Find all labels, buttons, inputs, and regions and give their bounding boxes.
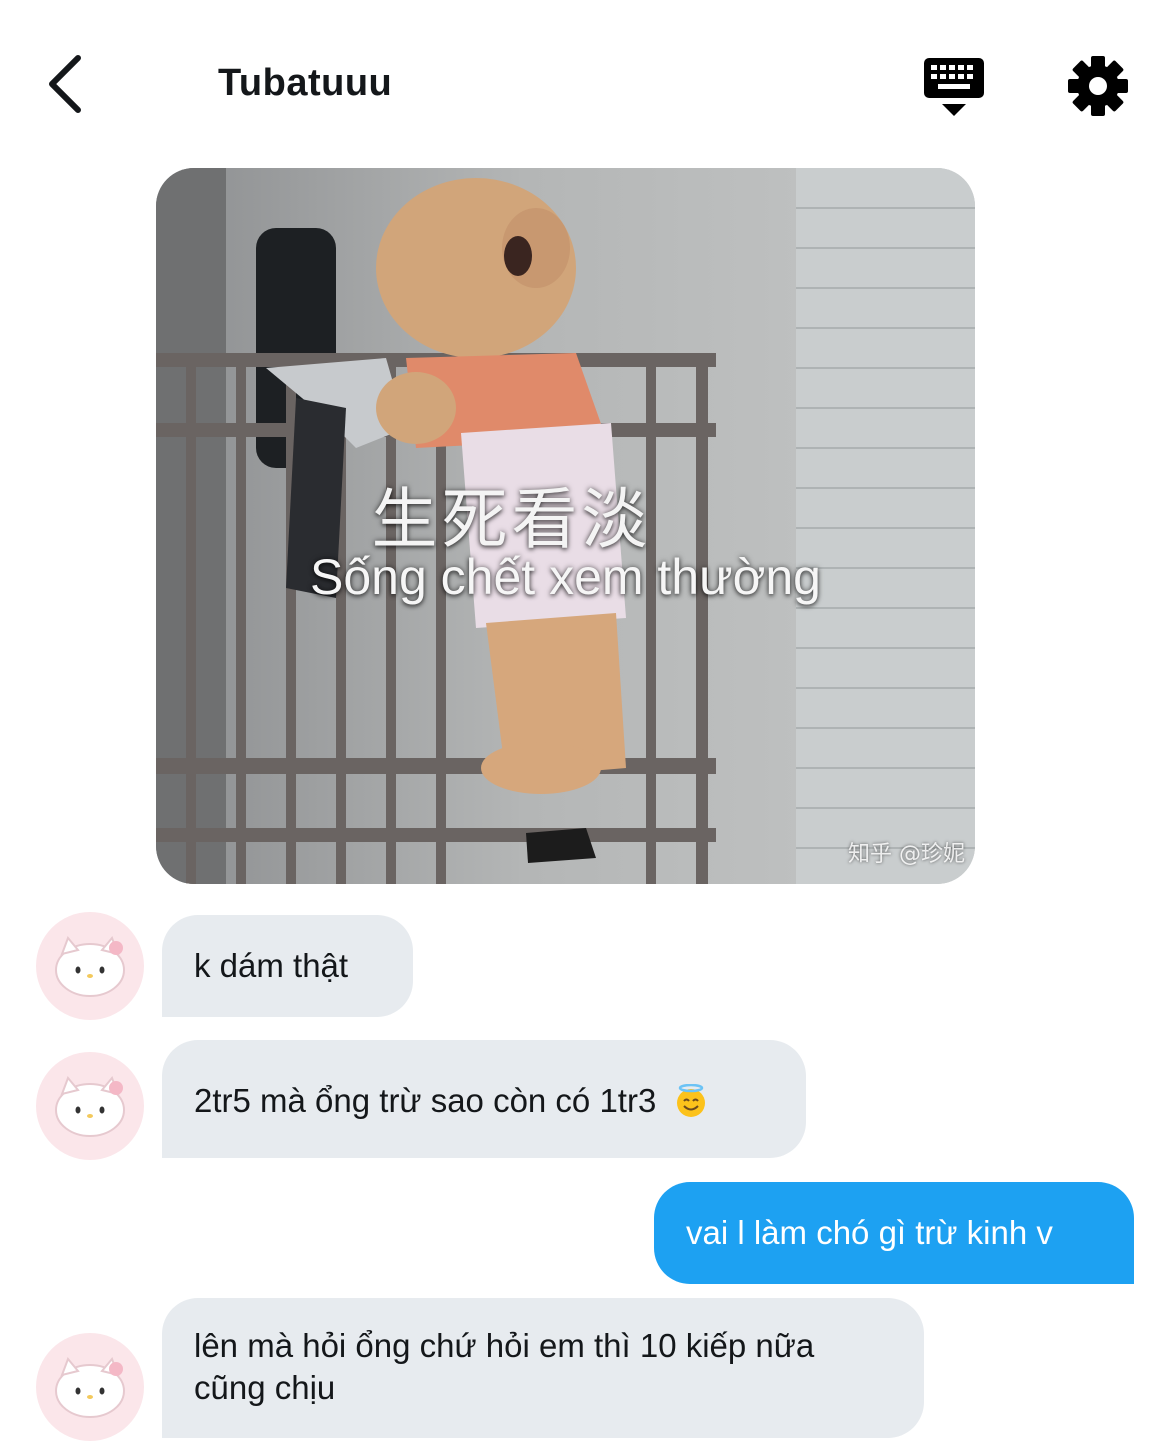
avatar-icon <box>55 936 125 997</box>
message-text: vai l làm chó gì trừ kinh v <box>686 1214 1053 1251</box>
keyboard-toggle-button[interactable] <box>920 54 988 118</box>
message-text: k dám thật <box>194 947 349 984</box>
avatar-icon <box>55 1076 125 1137</box>
outgoing-message[interactable]: vai l làm chó gì trừ kinh v <box>654 1182 1134 1284</box>
incoming-message[interactable]: 2tr5 mà ổng trừ sao còn có 1tr3 <box>162 1040 806 1158</box>
conversation-title: Tubatuuu <box>218 62 393 104</box>
emoji-halo-icon <box>676 1084 705 1117</box>
back-button[interactable] <box>40 52 96 116</box>
sender-avatar[interactable] <box>36 1333 144 1441</box>
image-message[interactable]: 生死看淡 Sống chết xem thường 知乎 @珍妮 <box>156 168 975 884</box>
message-text-line: cũng chịu <box>194 1369 336 1406</box>
meme-caption-vietnamese: Sống chết xem thường <box>310 549 821 605</box>
gear-icon <box>1068 56 1128 116</box>
image-watermark: 知乎 @珍妮 <box>848 842 965 867</box>
incoming-message[interactable]: k dám thật <box>162 915 413 1017</box>
avatar-icon <box>55 1357 125 1418</box>
keyboard-icon <box>924 58 984 116</box>
message-text: 2tr5 mà ổng trừ sao còn có 1tr3 <box>194 1082 657 1119</box>
sender-avatar[interactable] <box>36 912 144 1020</box>
message-text-line: lên mà hỏi ổng chứ hỏi em thì 10 kiếp nữ… <box>194 1327 815 1364</box>
incoming-message[interactable]: lên mà hỏi ổng chứ hỏi em thì 10 kiếp nữ… <box>162 1298 924 1438</box>
back-arrow-icon <box>49 55 81 113</box>
settings-button[interactable] <box>1066 54 1130 118</box>
sender-avatar[interactable] <box>36 1052 144 1160</box>
